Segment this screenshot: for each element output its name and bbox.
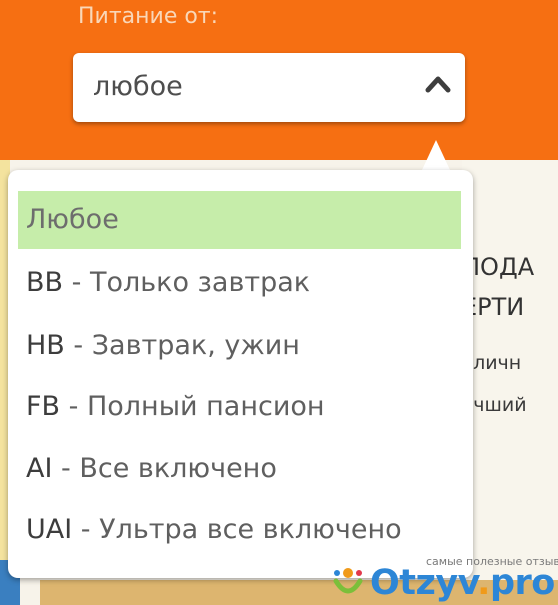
otzyv-logo-icon <box>333 568 363 594</box>
option-any[interactable]: Любое <box>18 191 461 249</box>
meal-select-value: любое <box>93 71 183 102</box>
option-code: BB <box>26 267 64 298</box>
option-bb[interactable]: BB - Только завтрак <box>18 254 461 312</box>
logo-dot: . <box>477 563 490 603</box>
option-hb[interactable]: HB - Завтрак, ужин <box>18 317 461 375</box>
meal-filter-label: Питание от: <box>78 4 219 29</box>
option-label: - Только завтрак <box>63 267 311 298</box>
option-code: UAI <box>26 514 73 545</box>
option-code: HB <box>26 330 65 361</box>
option-code: AI <box>26 453 53 484</box>
option-label: - Полный пансион <box>60 391 325 422</box>
otzyv-watermark: самые полезные отзывы Otzyv.pro <box>326 555 558 605</box>
option-ai[interactable]: AI - Все включено <box>18 440 461 498</box>
logo-main: Otzyv <box>370 563 478 603</box>
meal-select[interactable]: любое <box>73 53 465 122</box>
option-fb[interactable]: FB - Полный пансион <box>18 378 461 436</box>
logo-tld: pro <box>489 563 555 603</box>
option-code: FB <box>26 391 61 422</box>
option-label: - Ультра все включено <box>72 514 402 545</box>
option-label: - Все включено <box>52 453 277 484</box>
dropdown-pointer <box>422 140 450 170</box>
page-content <box>462 160 558 605</box>
option-label: - Завтрак, ужин <box>64 330 300 361</box>
meal-dropdown-list: Любое BB - Только завтрак HB - Завтрак, … <box>8 170 473 578</box>
chevron-up-icon[interactable] <box>425 73 451 95</box>
watermark-logo-text: Otzyv.pro <box>370 563 555 603</box>
option-uai[interactable]: UAI - Ультра все включено <box>18 501 461 559</box>
option-label: Любое <box>26 204 119 235</box>
